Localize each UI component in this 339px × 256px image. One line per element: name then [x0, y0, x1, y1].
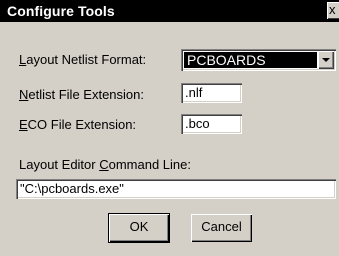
cancel-button[interactable]: Cancel: [191, 214, 252, 242]
layout-netlist-format-select[interactable]: PCBOARDS: [181, 49, 336, 71]
selected-format: PCBOARDS: [184, 52, 317, 68]
command-line-label: Layout Editor Command Line:: [19, 157, 191, 172]
window-title: Configure Tools: [7, 3, 115, 19]
close-icon: x: [329, 2, 336, 17]
dropdown-arrow-icon[interactable]: [318, 51, 334, 69]
title-bar[interactable]: Configure Tools x: [0, 0, 339, 22]
ok-button[interactable]: OK: [109, 214, 169, 242]
netlist-extension-input[interactable]: .nlf: [181, 83, 242, 103]
layout-netlist-format-label: Layout Netlist Format:: [19, 52, 147, 67]
netlist-extension-label: Netlist File Extension:: [19, 87, 144, 102]
eco-extension-input[interactable]: .bco: [181, 114, 242, 134]
eco-extension-label: ECO File Extension:: [19, 117, 137, 132]
command-line-input[interactable]: "C:\pcboards.exe": [16, 179, 336, 199]
close-button[interactable]: x: [327, 2, 339, 19]
